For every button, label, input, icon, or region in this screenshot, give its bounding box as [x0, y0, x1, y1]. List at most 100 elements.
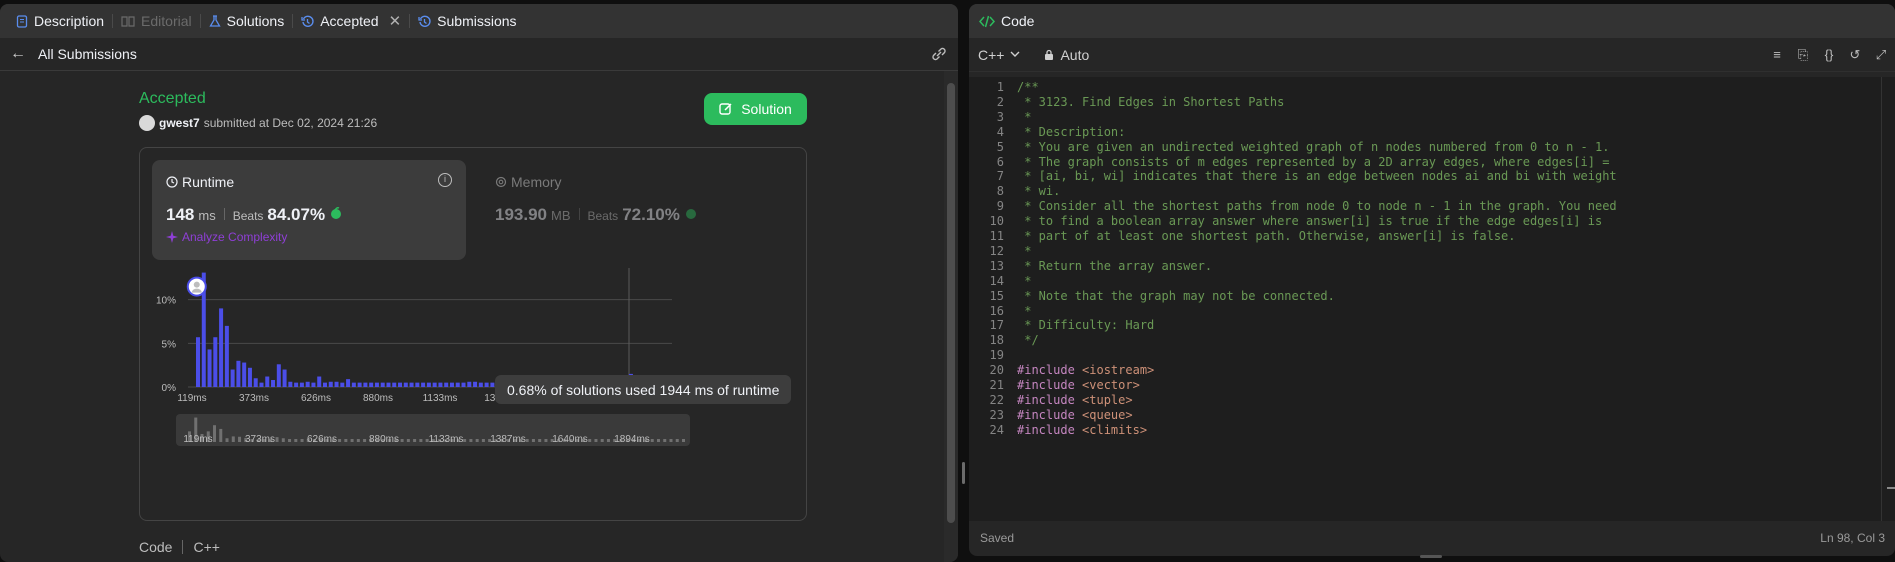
x-tick-label: 373ms	[239, 393, 269, 404]
reset-icon[interactable]: ↺	[1847, 47, 1863, 63]
line-number: 23	[989, 407, 1004, 422]
line-number: 13	[989, 258, 1004, 273]
chart-bar	[207, 349, 212, 387]
code-text: * Return the array answer.	[1017, 258, 1213, 273]
close-icon[interactable]: ✕	[389, 12, 402, 30]
chart-bar	[242, 362, 247, 387]
minimap-bar	[281, 438, 285, 442]
submission-panel: Description Editorial Solutions Accepted…	[0, 4, 958, 562]
minimap-bar	[400, 439, 404, 442]
chart-bar	[421, 382, 426, 387]
chart-bar	[334, 381, 339, 387]
edit-icon	[719, 103, 732, 115]
bottom-resize-handle[interactable]	[1420, 555, 1442, 558]
tab-code-label[interactable]: Code	[1001, 13, 1034, 29]
chart-bar	[265, 376, 270, 387]
leaf-icon	[685, 209, 696, 219]
code-text: *	[1017, 243, 1032, 258]
minimap-tick-label: 373ms	[245, 434, 275, 445]
submission-status: Accepted	[139, 90, 206, 107]
minimap-bar	[219, 428, 223, 442]
divider	[223, 208, 225, 220]
tab-description-label: Description	[34, 13, 105, 29]
panel-resize-handle[interactable]	[962, 462, 965, 484]
tab-solutions-label: Solutions	[226, 13, 285, 29]
info-icon[interactable]: i	[438, 173, 452, 187]
chart-bar	[363, 382, 368, 387]
minimap-tick-label: 1640ms	[552, 434, 588, 445]
line-number: 2	[996, 94, 1004, 109]
back-arrow-icon[interactable]: ←	[10, 45, 26, 63]
runtime-beats-value: 84.07%	[267, 205, 326, 224]
fullscreen-icon[interactable]: ⤢	[1873, 47, 1889, 63]
tab-solutions[interactable]: Solutions	[203, 13, 291, 29]
memory-label[interactable]: Memory	[495, 174, 562, 190]
avatar[interactable]	[139, 115, 155, 131]
vertical-scrollbar[interactable]	[944, 71, 958, 562]
chart-bar	[432, 382, 437, 387]
scrollbar-thumb[interactable]	[947, 83, 955, 523]
chart-bar	[299, 382, 304, 387]
chart-bar	[247, 367, 252, 387]
runtime-box[interactable]: Runtime i 148 ms Beats 84.07% Analyze Co…	[152, 160, 466, 260]
chart-bar	[236, 360, 241, 387]
line-number: 8	[996, 184, 1004, 199]
chart-bar	[398, 382, 403, 387]
code-editor[interactable]: 1 /** 2 * 3123. Find Edges in Shortest Pat…	[969, 77, 1895, 521]
code-line[interactable]: 24 #include <climits>	[969, 421, 1148, 439]
tab-description[interactable]: Description	[10, 13, 110, 29]
link-icon[interactable]	[930, 46, 948, 62]
code-lang-label: C++	[193, 539, 220, 555]
tab-separator	[409, 14, 411, 28]
code-text: */	[1017, 333, 1039, 348]
line-number: 4	[996, 124, 1004, 139]
chart-bar	[478, 382, 483, 387]
line-number: 1	[996, 80, 1004, 94]
y-tick-label: 10%	[156, 296, 176, 307]
code-text: * Note that the graph may not be connect…	[1017, 288, 1335, 303]
memory-beats-value: 72.10%	[622, 205, 680, 224]
code-text: /**	[1017, 80, 1039, 94]
code-panel: Code C++ Auto ≡ ⎘ {} ↺ ⤢ 1 /** 2 * 3123. F…	[969, 4, 1895, 556]
history-icon	[301, 15, 314, 27]
format-icon[interactable]: ≡	[1769, 47, 1785, 63]
line-number: 24	[989, 422, 1004, 437]
analyze-complexity-label: Analyze Complexity	[182, 230, 288, 244]
submission-subbar: ← All Submissions	[0, 38, 958, 71]
code-text: *	[1017, 109, 1032, 124]
minimap-bar	[344, 439, 348, 442]
runtime-distribution-chart[interactable]: 15%10%5%0%119ms373ms626ms880ms1133ms1387…	[140, 268, 806, 468]
left-tab-bar: Description Editorial Solutions Accepted…	[0, 4, 958, 38]
tab-submissions[interactable]: Submissions	[412, 13, 522, 29]
line-number: 17	[989, 318, 1004, 333]
braces-icon[interactable]: {}	[1821, 47, 1837, 63]
solution-button-label: Solution	[741, 101, 792, 117]
auto-mode-label: Auto	[1060, 46, 1090, 63]
tab-editorial[interactable]: Editorial	[115, 13, 198, 29]
code-text: * to find a boolean array answer where a…	[1017, 214, 1603, 229]
editor-toolbar: C++ Auto ≡ ⎘ {} ↺ ⤢	[969, 38, 1895, 72]
code-label: Code	[139, 539, 173, 555]
chart-bar	[386, 382, 391, 387]
chart-bar	[455, 382, 460, 387]
tab-accepted[interactable]: Accepted ✕	[295, 12, 407, 30]
solution-button[interactable]: Solution	[704, 93, 807, 125]
runtime-beats-label: Beats	[232, 209, 264, 223]
line-number: 20	[989, 363, 1004, 378]
chart-bar	[294, 382, 299, 387]
minimap-bar	[481, 439, 485, 442]
language-select[interactable]: C++	[978, 47, 1020, 63]
editor-scrollbar[interactable]	[1881, 77, 1895, 521]
code-text: * You are given an undirected weighted g…	[1017, 139, 1610, 154]
minimap-bar	[238, 436, 242, 442]
code-text: #include <iostream>	[1017, 363, 1154, 377]
sparkle-icon	[166, 231, 178, 243]
analyze-complexity-link[interactable]: Analyze Complexity	[166, 230, 287, 244]
chart-bar	[484, 382, 489, 387]
submitter-username[interactable]: gwest7	[159, 116, 200, 130]
bookmark-icon[interactable]: ⎘	[1795, 47, 1811, 63]
chart-bar	[282, 369, 287, 387]
all-submissions-link[interactable]: All Submissions	[38, 46, 137, 62]
code-text: *	[1017, 273, 1032, 288]
auto-mode-toggle[interactable]: Auto	[1044, 47, 1089, 63]
